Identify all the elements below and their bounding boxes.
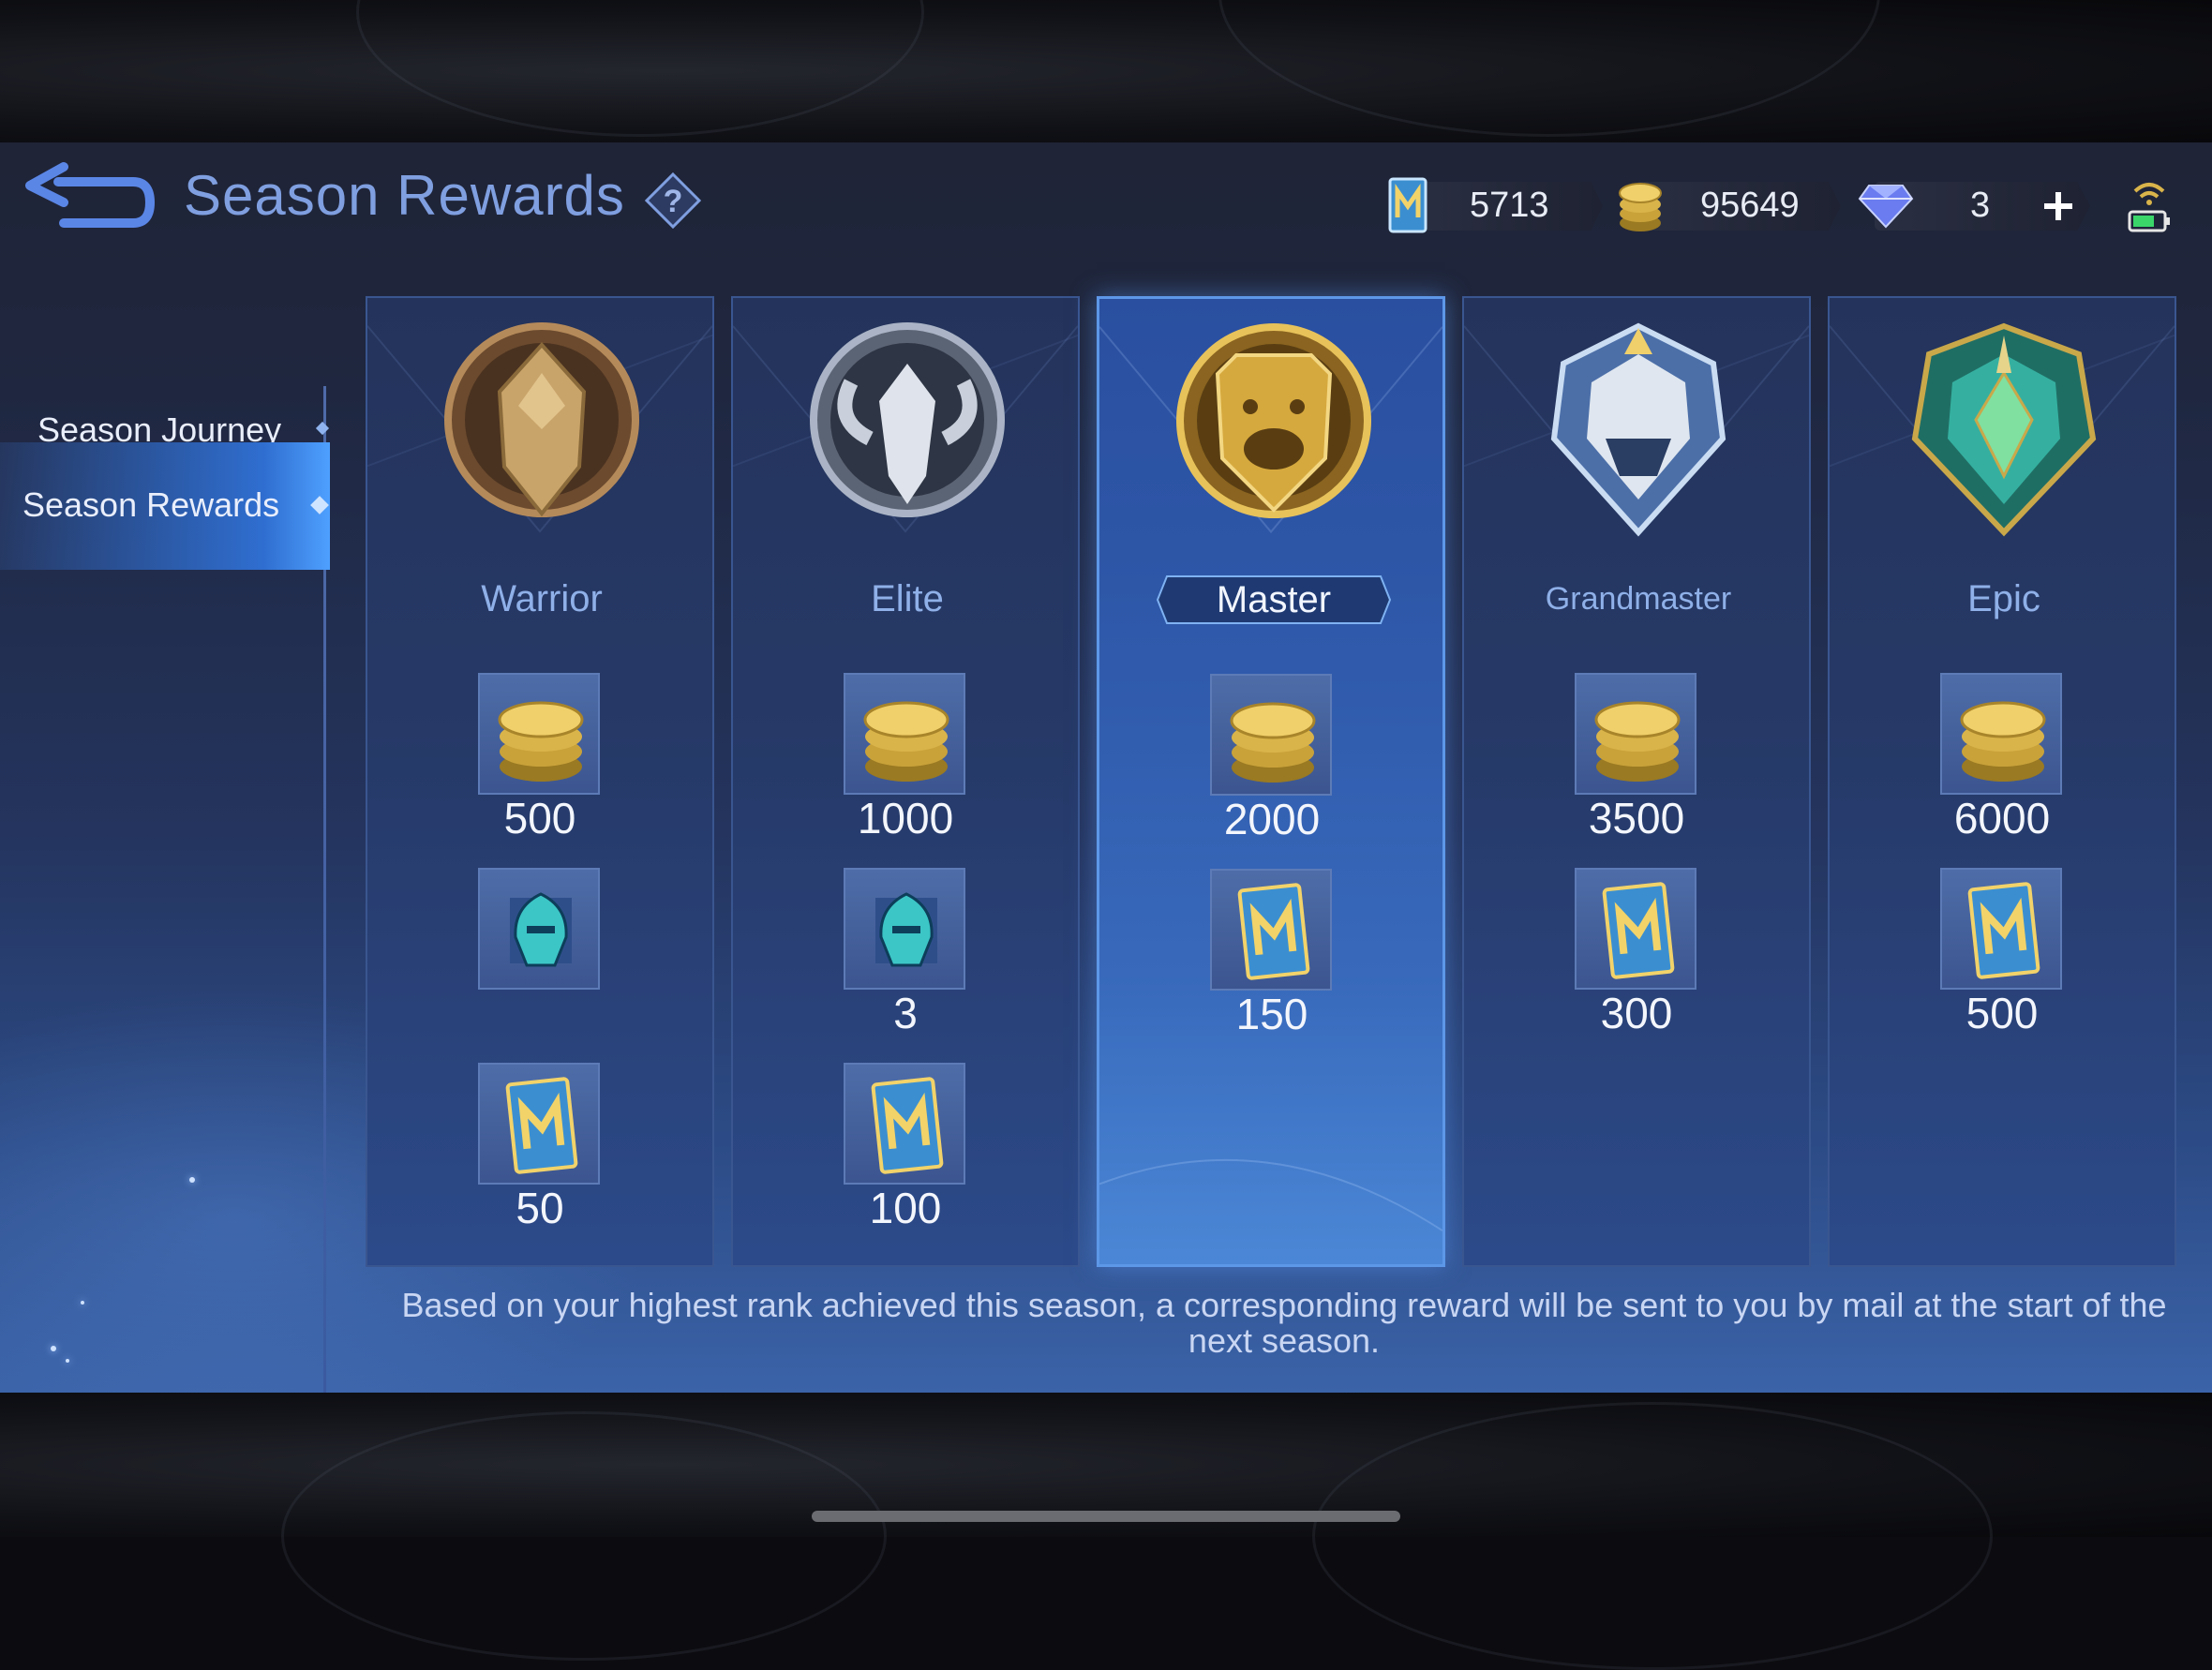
reward-amount: 1000 <box>857 794 954 842</box>
reward-box[interactable] <box>478 1063 600 1185</box>
elite-emblem-icon <box>810 322 1005 517</box>
reward-box[interactable] <box>844 1063 965 1185</box>
tickets-counter: 5713 <box>1387 176 1603 234</box>
battle-points-counter: 95649 <box>1616 176 1841 234</box>
coin-stack-icon <box>1619 183 1662 231</box>
ticket-icon <box>871 1077 944 1174</box>
sidebar-item-label: Season Rewards <box>22 485 280 524</box>
help-button[interactable]: ? <box>644 171 702 230</box>
rank-plate: Warrior <box>424 574 660 624</box>
master-emblem-icon <box>1176 323 1371 518</box>
ticket-icon <box>505 1077 578 1174</box>
reward-box[interactable] <box>1940 673 2062 795</box>
reward-box[interactable] <box>844 673 965 795</box>
coin-stack-icon <box>1230 702 1316 783</box>
hero-fragment-icon <box>510 892 572 967</box>
reward-amount: 500 <box>1965 989 2039 1037</box>
warrior-emblem-icon <box>444 322 639 517</box>
rank-card-epic[interactable]: Epic 6000 500 <box>1828 296 2176 1267</box>
reward-box[interactable] <box>1575 868 1696 990</box>
coin-stack-icon <box>1594 701 1681 782</box>
rank-card-grandmaster[interactable]: Grandmaster 3500 300 <box>1462 296 1811 1267</box>
device-bezel-bottom <box>0 1393 2212 1670</box>
back-arrow-icon <box>25 162 156 228</box>
reward-amount: 2000 <box>1223 795 1321 843</box>
diamonds-counter: 3 <box>1856 176 2090 234</box>
reward-box[interactable] <box>1575 673 1696 795</box>
back-button[interactable] <box>21 161 161 246</box>
reward-amount: 500 <box>503 794 576 842</box>
rank-name: Warrior <box>481 578 603 619</box>
reward-footnote: Based on your highest rank achieved this… <box>401 1286 2167 1360</box>
game-screen: Season Rewards ? 5713 95649 3 Season Jou… <box>0 142 2212 1393</box>
coin-stack-icon <box>498 701 584 782</box>
status-indicator <box>2126 172 2173 238</box>
rank-card-warrior[interactable]: Warrior 500 50 <box>366 296 714 1267</box>
device-bezel-top <box>0 0 2212 142</box>
rank-name: Master <box>1216 579 1332 620</box>
ticket-icon <box>1237 883 1310 980</box>
rank-plate: Master <box>1156 574 1392 625</box>
wifi-battery-icon <box>2128 183 2170 232</box>
reward-box[interactable] <box>844 868 965 990</box>
home-indicator[interactable] <box>812 1511 1400 1522</box>
rank-name: Grandmaster <box>1545 581 1732 617</box>
coin-stack-icon <box>863 701 949 782</box>
svg-text:?: ? <box>664 184 683 219</box>
tickets-value: 5713 <box>1470 186 1549 225</box>
reward-box[interactable] <box>1210 674 1332 796</box>
reward-amount: 3 <box>893 989 918 1037</box>
reward-amount: 150 <box>1235 990 1308 1038</box>
reward-amount: 300 <box>1600 989 1673 1037</box>
rank-plate: Epic <box>1886 574 2122 624</box>
top-bar: Season Rewards ? 5713 95649 3 <box>0 142 2212 264</box>
reward-amount: 6000 <box>1953 794 2051 842</box>
rank-card-elite[interactable]: Elite 1000 3 100 <box>731 296 1080 1267</box>
reward-amount: 3500 <box>1588 794 1685 842</box>
question-icon: ? <box>644 171 702 230</box>
reward-box[interactable] <box>1210 869 1332 991</box>
grandmaster-emblem-icon <box>1550 322 1726 537</box>
reward-amount: 50 <box>516 1184 564 1232</box>
rank-name: Elite <box>871 578 944 619</box>
rank-card-master[interactable]: Master 2000 150 <box>1097 296 1445 1267</box>
rank-plate: Elite <box>789 574 1025 624</box>
reward-amount: 100 <box>869 1184 942 1232</box>
reward-box[interactable] <box>1940 868 2062 990</box>
rank-plate: Grandmaster <box>1520 574 1756 624</box>
epic-emblem-icon <box>1911 322 2097 537</box>
diamond-icon <box>1858 185 1914 229</box>
sidebar: Season Journey Season Rewards <box>0 330 330 1393</box>
rank-name: Epic <box>1967 578 2040 619</box>
reward-box[interactable] <box>478 868 600 990</box>
battle-points-value: 95649 <box>1700 186 1800 225</box>
hero-fragment-icon <box>875 892 937 967</box>
ticket-icon <box>1388 177 1427 233</box>
page-title: Season Rewards <box>184 164 625 227</box>
diamonds-value: 3 <box>1970 186 1991 225</box>
ticket-icon <box>1967 882 2040 979</box>
coin-stack-icon <box>1960 701 2046 782</box>
sidebar-item-season-rewards[interactable]: Season Rewards <box>0 442 330 570</box>
plus-icon[interactable] <box>2041 189 2075 223</box>
ticket-icon <box>1602 882 1675 979</box>
reward-box[interactable] <box>478 673 600 795</box>
